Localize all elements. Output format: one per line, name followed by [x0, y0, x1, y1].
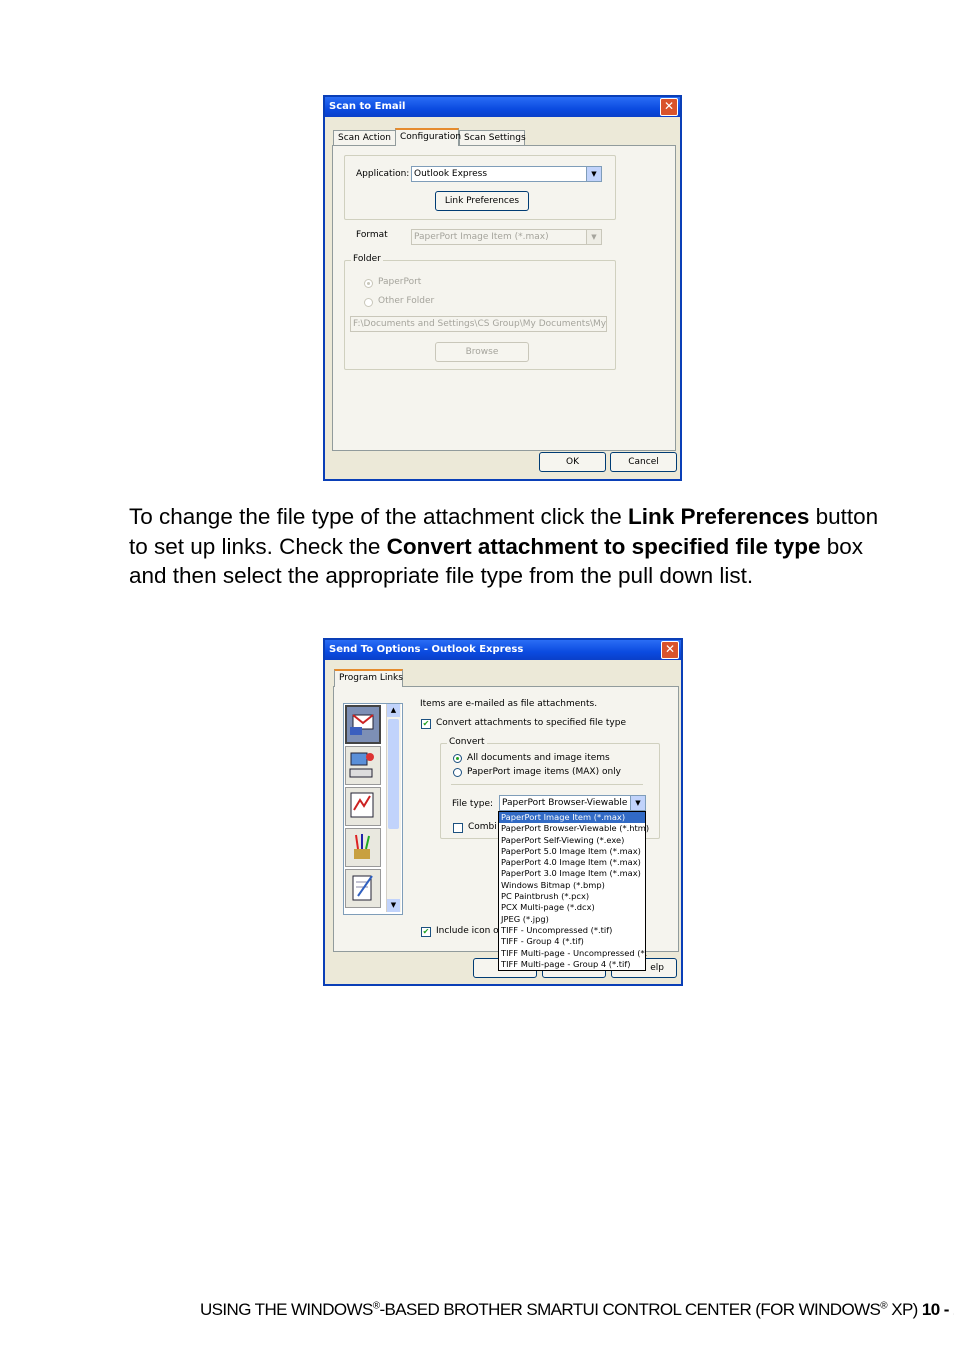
scan-to-email-dialog: Scan to Email ✕ Scan Action Configuratio…: [323, 95, 682, 481]
radio-max-only-label: PaperPort image items (MAX) only: [467, 767, 621, 777]
combine-checkbox[interactable]: [453, 823, 463, 833]
radio-paperport[interactable]: [364, 279, 373, 288]
application-label: Application:: [356, 169, 410, 179]
dropdown-option[interactable]: PaperPort 5.0 Image Item (*.max): [499, 846, 645, 857]
chevron-down-icon[interactable]: ▼: [630, 796, 645, 810]
browse-button[interactable]: Browse: [435, 342, 529, 362]
file-type-label: File type:: [452, 799, 494, 809]
computer-program-icon[interactable]: [345, 746, 381, 785]
link-preferences-button[interactable]: Link Preferences: [435, 191, 529, 211]
dropdown-option[interactable]: PC Paintbrush (*.pcx): [499, 891, 645, 902]
dropdown-option[interactable]: TIFF - Uncompressed (*.tif): [499, 925, 645, 936]
folder-path-field[interactable]: F:\Documents and Settings\CS Group\My Do…: [350, 316, 607, 332]
dropdown-option[interactable]: Windows Bitmap (*.bmp): [499, 880, 645, 891]
chevron-down-icon[interactable]: ▼: [586, 167, 601, 181]
application-value: Outlook Express: [414, 169, 488, 179]
dropdown-option[interactable]: PaperPort Self-Viewing (*.exe): [499, 835, 645, 846]
dropdown-option[interactable]: PaperPort Browser-Viewable (*.htm): [499, 823, 649, 834]
convert-checkbox[interactable]: ✔: [421, 719, 431, 729]
format-label: Format: [356, 230, 388, 240]
dialog-title: Scan to Email: [325, 97, 680, 117]
file-type-select[interactable]: PaperPort Browser-Viewable (*. ▼: [499, 795, 646, 811]
dialog-title: Send To Options - Outlook Express: [325, 640, 681, 660]
dropdown-option[interactable]: PaperPort 3.0 Image Item (*.max): [499, 868, 645, 879]
dropdown-option[interactable]: JPEG (*.jpg): [499, 914, 645, 925]
page-footer: USING THE WINDOWS®-BASED BROTHER SMARTUI…: [200, 1300, 954, 1320]
icon-list-scrollbar[interactable]: ▲ ▼: [386, 704, 401, 912]
para-bold-convert: Convert attachment to specified file typ…: [386, 533, 821, 559]
configuration-panel: Application: Outlook Express ▼ Link Pref…: [332, 145, 676, 451]
dropdown-option[interactable]: PaperPort 4.0 Image Item (*.max): [499, 857, 645, 868]
format-select[interactable]: PaperPort Image Item (*.max) ▼: [411, 229, 602, 245]
convert-checkbox-label: Convert attachments to specified file ty…: [436, 718, 627, 728]
file-type-dropdown[interactable]: PaperPort Image Item (*.max) PaperPort B…: [498, 811, 649, 971]
footer-text-3: XP): [887, 1300, 918, 1319]
scroll-thumb[interactable]: [388, 719, 399, 829]
dropdown-option[interactable]: PaperPort Image Item (*.max): [499, 812, 645, 824]
instruction-paragraph: To change the file type of the attachmen…: [129, 502, 889, 591]
include-icon-checkbox[interactable]: ✔: [421, 927, 431, 937]
send-to-options-dialog: Send To Options - Outlook Express ✕ Prog…: [323, 638, 683, 986]
scroll-up-icon[interactable]: ▲: [387, 704, 400, 717]
tab-configuration[interactable]: Configuration: [395, 128, 461, 146]
dropdown-option[interactable]: TIFF Multi-page - Group 4 (*.tif): [499, 959, 645, 970]
radio-other-folder[interactable]: [364, 298, 373, 307]
format-value: PaperPort Image Item (*.max): [414, 232, 549, 242]
chevron-down-icon: ▼: [586, 230, 601, 244]
radio-other-folder-label: Other Folder: [378, 296, 435, 306]
tab-scan-action[interactable]: Scan Action: [333, 130, 396, 146]
para-bold-link-preferences: Link Preferences: [628, 504, 810, 529]
dropdown-option[interactable]: TIFF Multi-page - Uncompressed (*.: [499, 948, 647, 959]
help-button-label: elp: [650, 963, 664, 973]
chart-program-icon[interactable]: [345, 787, 381, 826]
email-program-icon[interactable]: [345, 705, 381, 744]
notepad-program-icon[interactable]: [345, 869, 381, 908]
close-icon[interactable]: ✕: [660, 98, 678, 116]
footer-text-2: -BASED BROTHER SMARTUI CONTROL CENTER (F…: [379, 1300, 881, 1319]
group-divider: [451, 784, 643, 785]
paint-program-icon[interactable]: [345, 828, 381, 867]
include-icon-label: Include icon or: [436, 926, 503, 936]
footer-text-1: USING THE WINDOWS: [200, 1300, 373, 1319]
convert-group-label: Convert: [447, 737, 487, 747]
ok-button[interactable]: OK: [539, 452, 606, 472]
cancel-button[interactable]: Cancel: [610, 452, 677, 472]
radio-all-documents-label: All documents and image items: [467, 753, 610, 763]
radio-all-documents[interactable]: [453, 754, 462, 763]
scroll-down-icon[interactable]: ▼: [387, 899, 400, 912]
registered-mark: ®: [372, 1300, 380, 1312]
items-emailed-text: Items are e-mailed as file attachments.: [420, 699, 598, 709]
radio-paperport-label: PaperPort: [378, 277, 422, 287]
dropdown-option[interactable]: PCX Multi-page (*.dcx): [499, 902, 645, 913]
combine-label: Combi: [468, 822, 497, 832]
close-icon[interactable]: ✕: [661, 641, 679, 659]
dropdown-option[interactable]: TIFF - Group 4 (*.tif): [499, 936, 645, 947]
application-select[interactable]: Outlook Express ▼: [411, 166, 602, 182]
tab-program-links[interactable]: Program Links: [334, 669, 403, 687]
tab-scan-settings[interactable]: Scan Settings: [459, 130, 526, 146]
folder-group-label: Folder: [351, 254, 383, 264]
para-text-1: To change the file type of the attachmen…: [129, 504, 629, 529]
page-number: 10 - 18: [921, 1300, 954, 1319]
file-type-value: PaperPort Browser-Viewable (*.: [502, 798, 642, 808]
radio-max-only[interactable]: [453, 768, 462, 777]
